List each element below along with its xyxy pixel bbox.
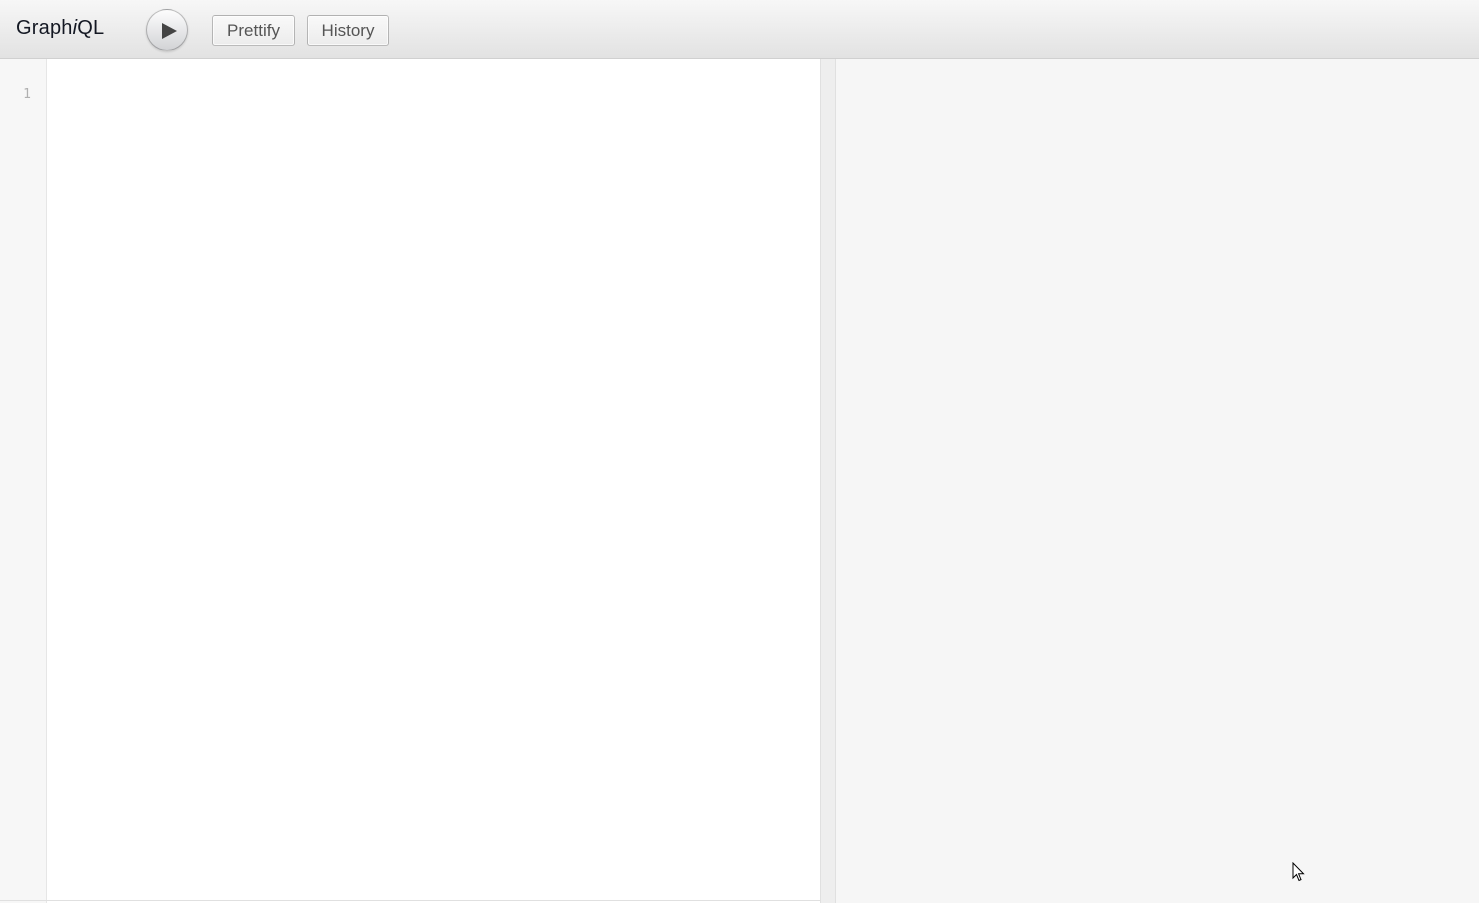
result-pane	[836, 59, 1479, 903]
app-title: GraphiQL	[16, 17, 104, 40]
execute-query-button[interactable]	[146, 9, 188, 51]
line-number-gutter: 1	[0, 59, 47, 903]
play-icon	[162, 23, 177, 39]
app-title-prefix: Graph	[16, 17, 73, 39]
mouse-pointer-icon	[1292, 862, 1305, 882]
query-editor: 1	[0, 59, 821, 903]
editor-bottom-border	[0, 900, 821, 901]
history-button[interactable]: History	[307, 15, 389, 46]
pane-resize-handle[interactable]	[821, 59, 836, 903]
prettify-button[interactable]: Prettify	[212, 15, 295, 46]
line-number: 1	[23, 87, 31, 102]
app-title-suffix: QL	[77, 17, 105, 39]
query-input-area[interactable]	[47, 59, 820, 903]
graphiql-app: GraphiQL Prettify History 1	[0, 0, 1479, 903]
toolbar: GraphiQL Prettify History	[0, 0, 1479, 59]
